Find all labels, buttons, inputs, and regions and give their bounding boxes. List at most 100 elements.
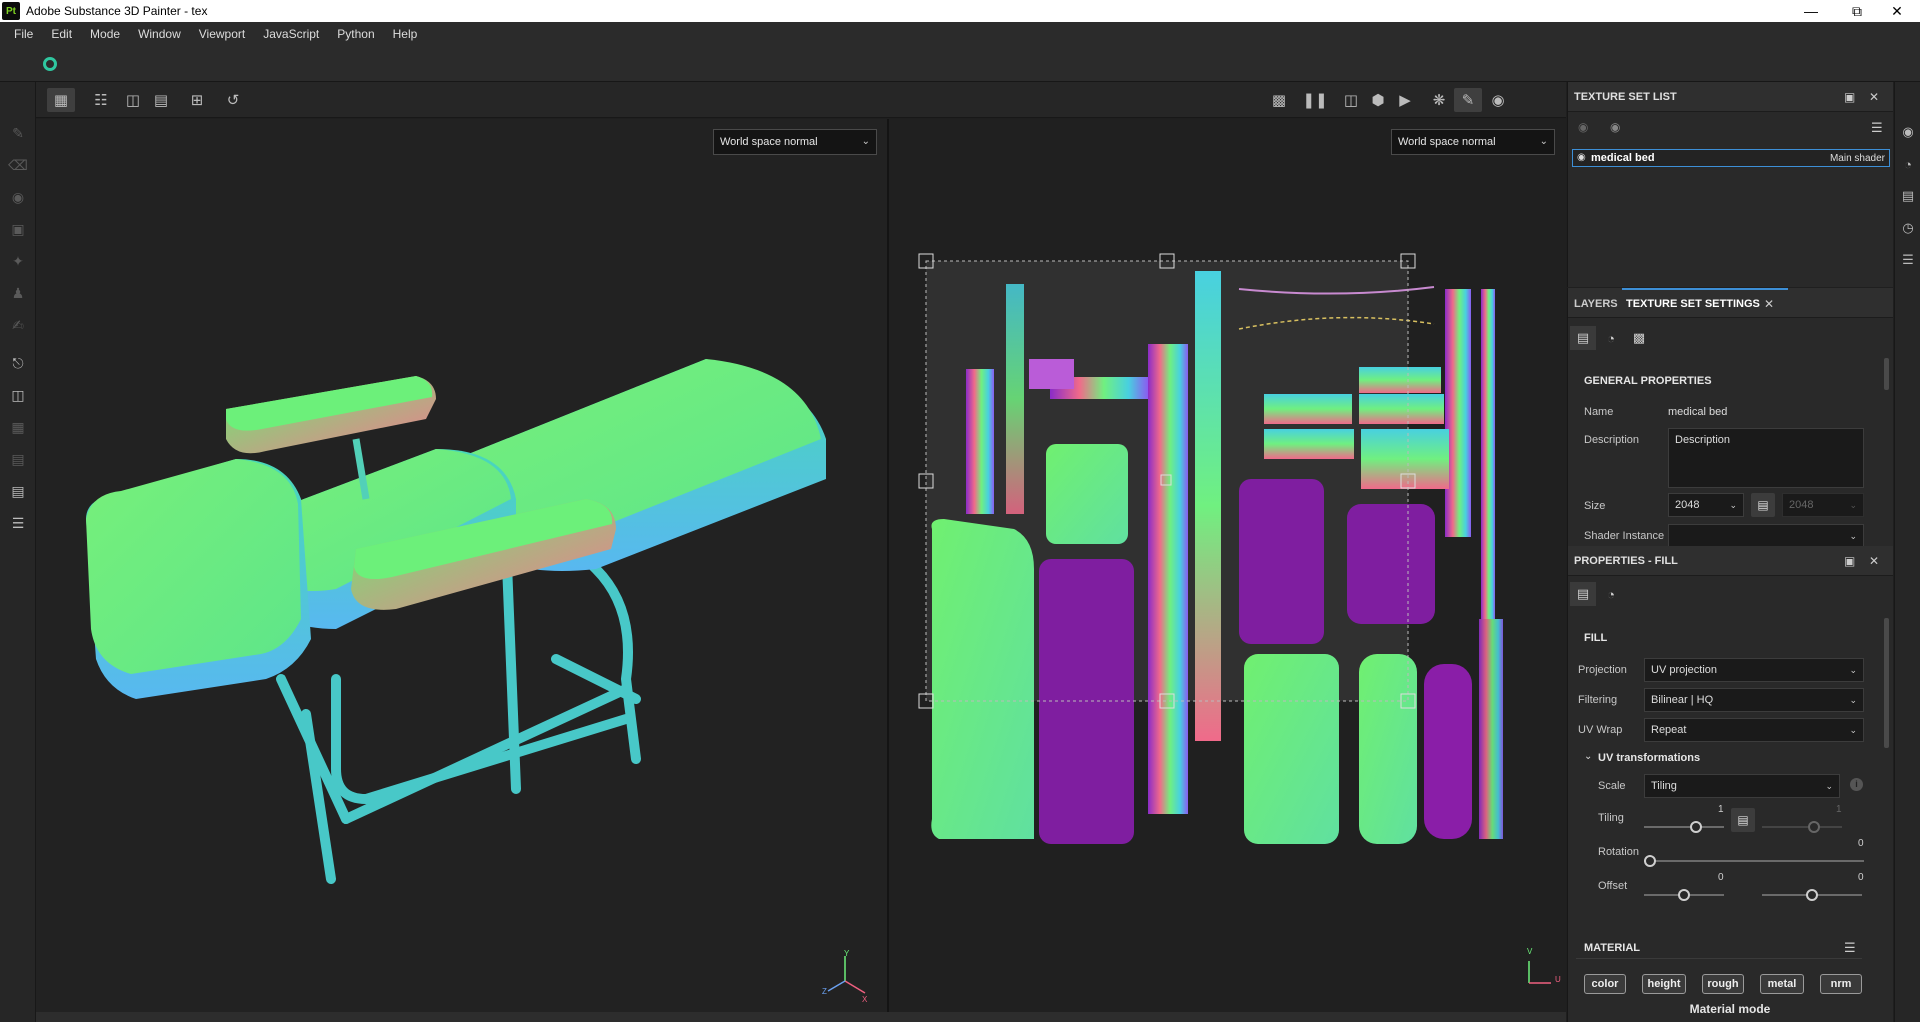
texture-set-item[interactable]: ◉ medical bed Main shader xyxy=(1572,149,1890,167)
lock-icon[interactable]: ▤ xyxy=(1731,808,1755,832)
offset-slider-1-knob[interactable] xyxy=(1678,889,1690,901)
panel-scrollbar[interactable] xyxy=(1884,358,1889,390)
menu-mode[interactable]: Mode xyxy=(81,22,129,46)
offset-value-2: 0 xyxy=(1858,872,1864,883)
uvwrap-select[interactable]: Repeat ⌄ xyxy=(1644,718,1864,742)
uv-frame-icon[interactable]: ▩ xyxy=(1626,326,1652,350)
camera-video-icon[interactable]: ▶ xyxy=(1391,88,1419,112)
panel-scrollbar[interactable] xyxy=(1884,618,1889,748)
name-value[interactable]: medical bed xyxy=(1668,406,1727,418)
single-view-icon[interactable]: ▦ xyxy=(47,88,75,112)
channel-metal-button[interactable]: metal xyxy=(1760,974,1804,994)
app-logo-icon: Pt xyxy=(2,2,20,20)
channel-color-button[interactable]: color xyxy=(1584,974,1626,994)
menu-python[interactable]: Python xyxy=(328,22,383,46)
channel-rough-button[interactable]: rough xyxy=(1702,974,1744,994)
settings-tab-icon[interactable]: ▤ xyxy=(1570,582,1596,606)
size-select[interactable]: 2048 ⌄ xyxy=(1668,493,1744,517)
visibility-off-icon[interactable]: ◉ xyxy=(1578,120,1588,134)
grid-view-icon[interactable]: ☷ xyxy=(87,88,115,112)
tiling-slider-1[interactable] xyxy=(1644,826,1724,828)
shelf-icon[interactable]: ▤ xyxy=(1900,188,1916,204)
close-icon[interactable]: ✕ xyxy=(1874,0,1920,22)
texture-set-settings-panel: LAYERS TEXTURE SET SETTINGS ✕ ▤ ◔ ▩ GENE… xyxy=(1567,288,1893,546)
screenshot-camera-icon[interactable]: ◉ xyxy=(1484,88,1512,112)
size-label: Size xyxy=(1584,500,1606,512)
rotation-slider[interactable] xyxy=(1644,860,1864,862)
environment-icon[interactable]: ◔ xyxy=(1900,156,1916,172)
menu-viewport[interactable]: Viewport xyxy=(190,22,254,46)
offset-slider-2-knob[interactable] xyxy=(1806,889,1818,901)
history-icon[interactable]: ↺ xyxy=(219,88,247,112)
scale-select[interactable]: Tiling ⌄ xyxy=(1644,774,1840,798)
projection-select[interactable]: UV projection ⌄ xyxy=(1644,658,1864,682)
uv-disabled-icon[interactable]: ▤ xyxy=(9,450,27,468)
tab-texture-set-settings[interactable]: TEXTURE SET SETTINGS xyxy=(1626,298,1760,310)
clone-stamp-icon[interactable]: ♟ xyxy=(9,284,27,302)
mirror-icon[interactable]: ◫ xyxy=(119,88,147,112)
material-sphere-icon[interactable]: ◔ xyxy=(1598,326,1624,350)
texture-set-list-header: TEXTURE SET LIST ▣ ✕ xyxy=(1568,82,1893,112)
add-layer-icon[interactable]: ⊞ xyxy=(183,88,211,112)
uvwrap-label: UV Wrap xyxy=(1578,724,1623,736)
symmetry-icon[interactable]: ▤ xyxy=(147,88,175,112)
measure-icon[interactable]: ▦ xyxy=(9,418,27,436)
eye-icon[interactable]: ◉ xyxy=(1577,152,1586,163)
filtering-select[interactable]: Bilinear | HQ ⌄ xyxy=(1644,688,1864,712)
menu-help[interactable]: Help xyxy=(384,22,427,46)
info-icon[interactable]: i xyxy=(1850,778,1863,791)
settings-tab-icon[interactable]: ▤ xyxy=(1570,326,1596,350)
status-row xyxy=(0,46,1920,82)
float-panel-icon[interactable]: ▣ xyxy=(1844,554,1855,568)
tiling-slider-2-knob xyxy=(1808,821,1820,833)
description-input[interactable]: Description xyxy=(1668,428,1864,488)
lock-icon[interactable]: ▤ xyxy=(1751,493,1775,517)
channel-height-button[interactable]: height xyxy=(1642,974,1686,994)
viewport-2d[interactable]: World space normal ⌄ V U xyxy=(889,119,1566,1022)
history-clock-icon[interactable]: ◷ xyxy=(1900,220,1916,236)
split-view-icon[interactable]: ◫ xyxy=(1337,88,1365,112)
cube-icon[interactable]: ⬢ xyxy=(1364,88,1392,112)
tab-layers[interactable]: LAYERS xyxy=(1574,298,1618,310)
material-menu-icon[interactable]: ☰ xyxy=(1844,940,1856,956)
menu-edit[interactable]: Edit xyxy=(42,22,81,46)
channel-nrm-button[interactable]: nrm xyxy=(1820,974,1862,994)
brush-mode-icon[interactable]: ✎ xyxy=(1454,88,1482,112)
close-panel-icon[interactable]: ✕ xyxy=(1869,90,1879,104)
viewport-3d[interactable]: World space normal ⌄ Y Z X xyxy=(36,119,887,1022)
sync-status-icon[interactable] xyxy=(43,57,57,71)
float-panel-icon[interactable]: ▣ xyxy=(1844,90,1855,104)
viewport-toolbar: ▦ ☷ ◫ ▤ ⊞ ↺ ▩ ❚❚ ◫ ⬢ ▶ ❋ ✎ ◉ xyxy=(36,82,1566,118)
bake-icon[interactable]: ⎋ xyxy=(9,354,27,372)
tiling-slider-1-knob[interactable] xyxy=(1690,821,1702,833)
eye-icon[interactable]: ◉ xyxy=(1610,120,1620,134)
texture-set-shader: Main shader xyxy=(1829,153,1885,164)
tool-settings-icon[interactable]: ❋ xyxy=(1425,88,1453,112)
close-panel-icon[interactable]: ✕ xyxy=(1869,554,1879,568)
menu-javascript[interactable]: JavaScript xyxy=(254,22,328,46)
list-menu-icon[interactable]: ☰ xyxy=(1871,120,1883,136)
material-sphere-icon[interactable]: ◔ xyxy=(1598,582,1624,606)
geometry-mask-icon[interactable]: ▣ xyxy=(9,220,27,238)
texture-set-list-panel: TEXTURE SET LIST ▣ ✕ ◉ ◉ ☰ ◉ medical bed… xyxy=(1567,82,1893,287)
minimize-icon[interactable]: — xyxy=(1788,0,1834,22)
projection-icon[interactable]: ◉ xyxy=(9,188,27,206)
layers-stack-icon[interactable]: ☰ xyxy=(9,514,27,532)
rotation-slider-knob[interactable] xyxy=(1644,855,1656,867)
hide-wire-icon[interactable]: ▩ xyxy=(1265,88,1293,112)
display-settings-icon[interactable]: ◉ xyxy=(1900,124,1916,140)
close-tab-icon[interactable]: ✕ xyxy=(1764,297,1774,311)
uv-transformations-toggle[interactable]: UV transformations xyxy=(1598,752,1700,764)
log-icon[interactable]: ☰ xyxy=(1900,252,1916,268)
pause-icon[interactable]: ❚❚ xyxy=(1301,88,1329,112)
chevron-down-icon[interactable]: ⌄ xyxy=(1584,751,1592,762)
paint-brush-icon[interactable]: ✎ xyxy=(9,124,27,142)
smudge-icon[interactable]: ✦ xyxy=(9,252,27,270)
menu-window[interactable]: Window xyxy=(129,22,190,46)
polygon-fill-icon[interactable]: ◫ xyxy=(9,386,27,404)
color-picker-icon[interactable]: ✍ xyxy=(9,316,27,334)
export-doc-icon[interactable]: ▤ xyxy=(9,482,27,500)
shader-instance-select[interactable]: ⌄ xyxy=(1668,524,1864,546)
eraser-icon[interactable]: ⌫ xyxy=(8,156,28,174)
menu-file[interactable]: File xyxy=(5,22,42,46)
